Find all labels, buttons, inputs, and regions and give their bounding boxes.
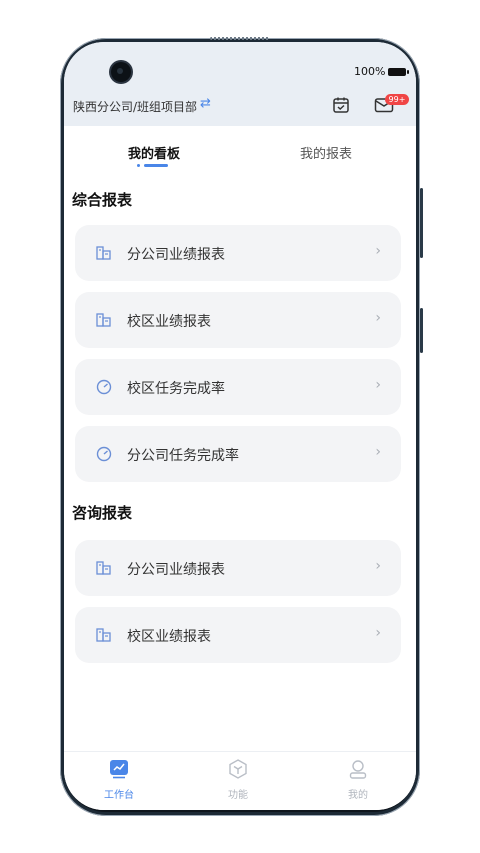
section-title-consulting: 咨询报表 bbox=[72, 504, 133, 522]
tab-indicator bbox=[144, 164, 168, 167]
bottom-nav: 工作台 功能 我的 bbox=[64, 751, 416, 810]
nav-mine[interactable]: 我的 bbox=[328, 758, 388, 801]
chevron-right-icon: › bbox=[375, 444, 381, 460]
front-camera bbox=[111, 62, 131, 82]
nav-label: 工作台 bbox=[104, 790, 134, 801]
tab-bar: 我的看板 我的报表 bbox=[64, 126, 416, 170]
building-chart-icon bbox=[96, 628, 111, 642]
cube-icon bbox=[229, 759, 247, 779]
report-item[interactable]: 校区业绩报表 › bbox=[75, 607, 401, 663]
report-item[interactable]: 分公司业绩报表 › bbox=[75, 540, 401, 596]
org-selector-label[interactable]: 陕西分公司/班组项目部 bbox=[73, 98, 197, 115]
volume-button bbox=[420, 308, 423, 353]
tab-my-reports[interactable]: 我的报表 bbox=[300, 143, 352, 162]
report-item-label: 校区业绩报表 bbox=[127, 629, 211, 645]
report-item[interactable]: 分公司任务完成率 › bbox=[75, 426, 401, 482]
building-chart-icon bbox=[96, 561, 111, 575]
report-item-label: 分公司业绩报表 bbox=[127, 247, 225, 263]
report-item[interactable]: 分公司业绩报表 › bbox=[75, 225, 401, 281]
person-icon bbox=[349, 760, 367, 779]
report-item-label: 校区任务完成率 bbox=[127, 381, 225, 397]
workbench-icon bbox=[110, 760, 128, 779]
report-item-label: 分公司业绩报表 bbox=[127, 562, 225, 578]
chevron-right-icon: › bbox=[375, 558, 381, 574]
building-chart-icon bbox=[96, 246, 111, 260]
nav-label: 我的 bbox=[348, 790, 368, 801]
report-item[interactable]: 校区任务完成率 › bbox=[75, 359, 401, 415]
chevron-right-icon: › bbox=[375, 625, 381, 641]
chevron-right-icon: › bbox=[375, 243, 381, 259]
tab-indicator-dot bbox=[137, 164, 140, 167]
nav-label: 功能 bbox=[228, 790, 248, 801]
chevron-right-icon: › bbox=[375, 310, 381, 326]
notification-badge: 99+ bbox=[385, 94, 409, 105]
report-item-label: 校区业绩报表 bbox=[127, 314, 211, 330]
power-button bbox=[420, 188, 423, 258]
gauge-icon bbox=[96, 379, 112, 395]
nav-functions[interactable]: 功能 bbox=[208, 758, 268, 801]
building-chart-icon bbox=[96, 313, 111, 327]
gauge-icon bbox=[96, 446, 112, 462]
swap-icon[interactable]: ⇄ bbox=[200, 96, 211, 111]
tab-my-board[interactable]: 我的看板 bbox=[128, 143, 180, 162]
section-title-comprehensive: 综合报表 bbox=[72, 191, 133, 209]
nav-workbench[interactable]: 工作台 bbox=[89, 758, 149, 801]
battery-icon bbox=[388, 68, 409, 76]
chevron-right-icon: › bbox=[375, 377, 381, 393]
battery-percent: 100% bbox=[354, 65, 386, 78]
app-header: 100% 陕西分公司/班组项目部 ⇄ 99+ bbox=[64, 42, 416, 126]
report-item-label: 分公司任务完成率 bbox=[127, 448, 239, 464]
earpiece-speaker bbox=[210, 37, 270, 40]
app-screen: 100% 陕西分公司/班组项目部 ⇄ 99+ 我的看板 我的报表 综合报表 分公… bbox=[64, 42, 416, 810]
calendar-check-icon[interactable] bbox=[332, 96, 350, 114]
report-item[interactable]: 校区业绩报表 › bbox=[75, 292, 401, 348]
